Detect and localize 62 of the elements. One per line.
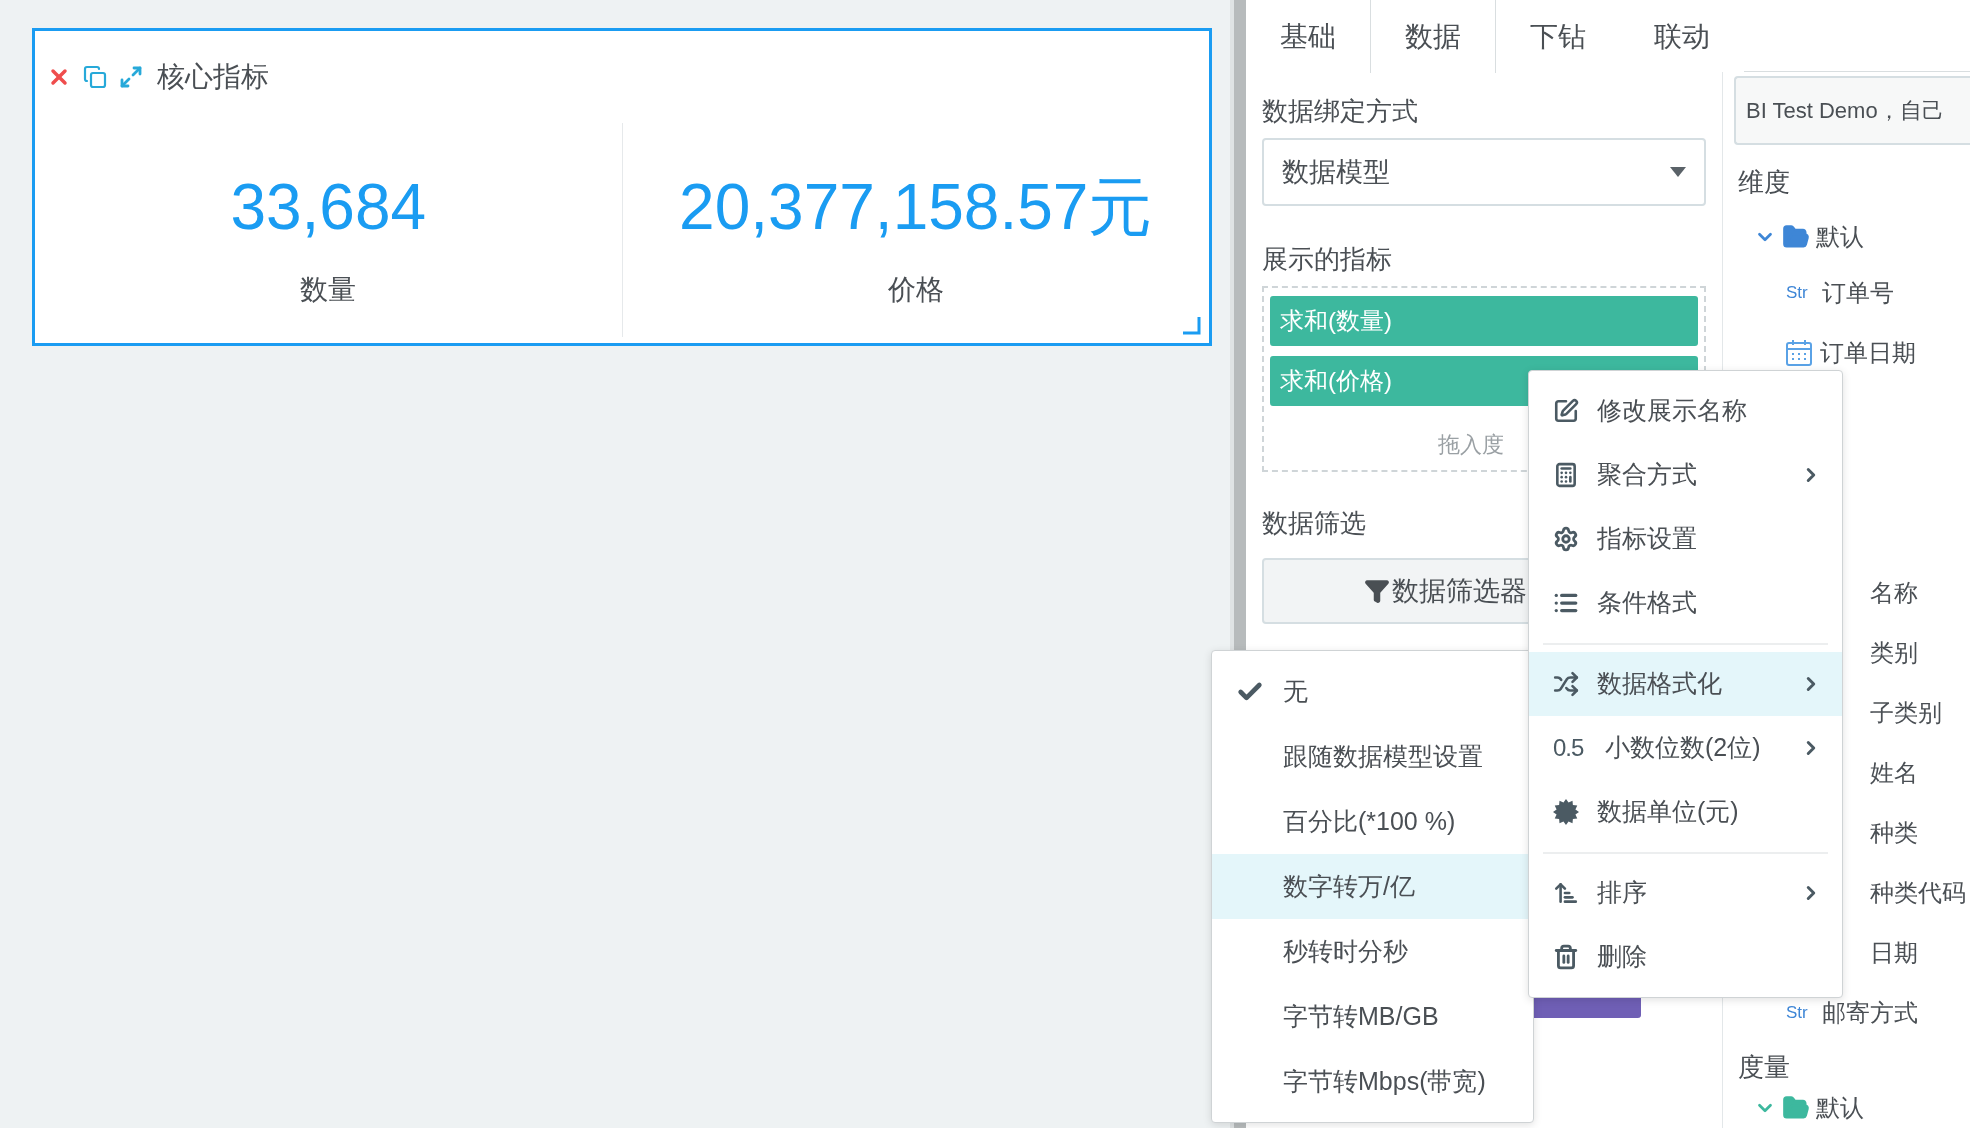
calendar-icon [1786,340,1812,366]
widget-title: 核心指标 [157,60,269,94]
tree-item[interactable]: 邮寄方式 [1822,995,1918,1031]
tree-item[interactable]: 默认 [1816,1090,1864,1126]
menu-item-label: 条件格式 [1597,587,1698,619]
menu-item-label: 数据单位(元) [1597,796,1740,828]
tree-section-label: 度量 [1737,1050,1790,1084]
menu-item-label: 数据格式化 [1597,668,1723,700]
menu-item-label: 排序 [1597,877,1648,909]
menu-item-label: 秒转时分秒 [1283,935,1408,967]
menu-item-label: 小数位数(2位) [1604,732,1762,764]
copy-icon[interactable] [83,65,107,89]
metric-value: 20,377,158.57元 [679,170,1153,245]
edit-icon [1553,398,1579,424]
sort-icon [1553,880,1579,906]
trash-icon [1553,944,1579,970]
drop-hint: 拖入度 [1438,431,1504,459]
tree-item[interactable]: 名称 [1870,575,1918,611]
tree-item[interactable]: 子类别 [1870,695,1942,731]
metric-label: 数量 [300,273,357,307]
tree-item[interactable]: 订单日期 [1820,335,1916,371]
section-label: 数据绑定方式 [1262,95,1418,128]
menu-item-label: 指标设置 [1597,523,1698,555]
menu-item-label: 聚合方式 [1597,459,1698,491]
menu-item[interactable]: 数据格式化 [1529,652,1842,716]
tree-item[interactable]: 种类代码 [1870,875,1966,911]
metric-value: 33,684 [230,170,427,245]
menu-item-label: 字节转MB/GB [1283,1000,1439,1032]
string-type-icon: Str [1786,1000,1814,1026]
menu-item-label: 百分比(*100 %) [1283,805,1456,837]
section-label: 数据筛选 [1262,507,1366,540]
datasource-field[interactable]: BI Test Demo，自己 [1734,76,1970,145]
tree-item[interactable]: 默认 [1816,219,1864,255]
tree-section-label: 维度 [1737,165,1790,199]
string-type-icon: Str [1786,280,1814,306]
menu-item-label: 字节转Mbps(带宽) [1283,1065,1486,1097]
tree-item[interactable]: 类别 [1870,635,1918,671]
settings-icon [1553,526,1579,552]
shuffle-icon [1553,671,1579,697]
metric-label: 价格 [887,273,944,307]
decimal-icon: 0.5 [1553,730,1584,766]
section-label: 展示的指标 [1262,243,1392,276]
menu-item-label: 数字转万/亿 [1283,870,1415,902]
calculator-icon [1553,462,1579,488]
menu-item-label: 跟随数据模型设置 [1283,740,1483,772]
menu-item-label: 删除 [1597,941,1648,973]
resize-handle-icon[interactable] [1183,317,1201,335]
menu-item[interactable]: 0.5 小数位数(2位) [1529,716,1842,780]
badge-icon [1553,799,1579,825]
menu-item-label: 无 [1283,675,1308,707]
menu-item[interactable]: 聚合方式 [1529,443,1842,507]
filter-icon [1364,578,1390,604]
tree-item[interactable]: 姓名 [1870,755,1918,791]
tree-item[interactable]: 订单号 [1822,275,1894,311]
tab[interactable]: 数据 [1370,0,1496,73]
binding-select[interactable]: 数据模型 [1262,138,1706,206]
expand-icon[interactable] [119,65,143,89]
menu-item[interactable]: 字节转Mbps(带宽) [1212,1049,1533,1114]
menu-item[interactable]: 数据单位(元) [1529,780,1842,844]
dropdown-caret-icon [1670,167,1686,177]
tree-item[interactable]: 种类 [1870,815,1918,851]
tree-item[interactable]: 日期 [1870,935,1918,971]
